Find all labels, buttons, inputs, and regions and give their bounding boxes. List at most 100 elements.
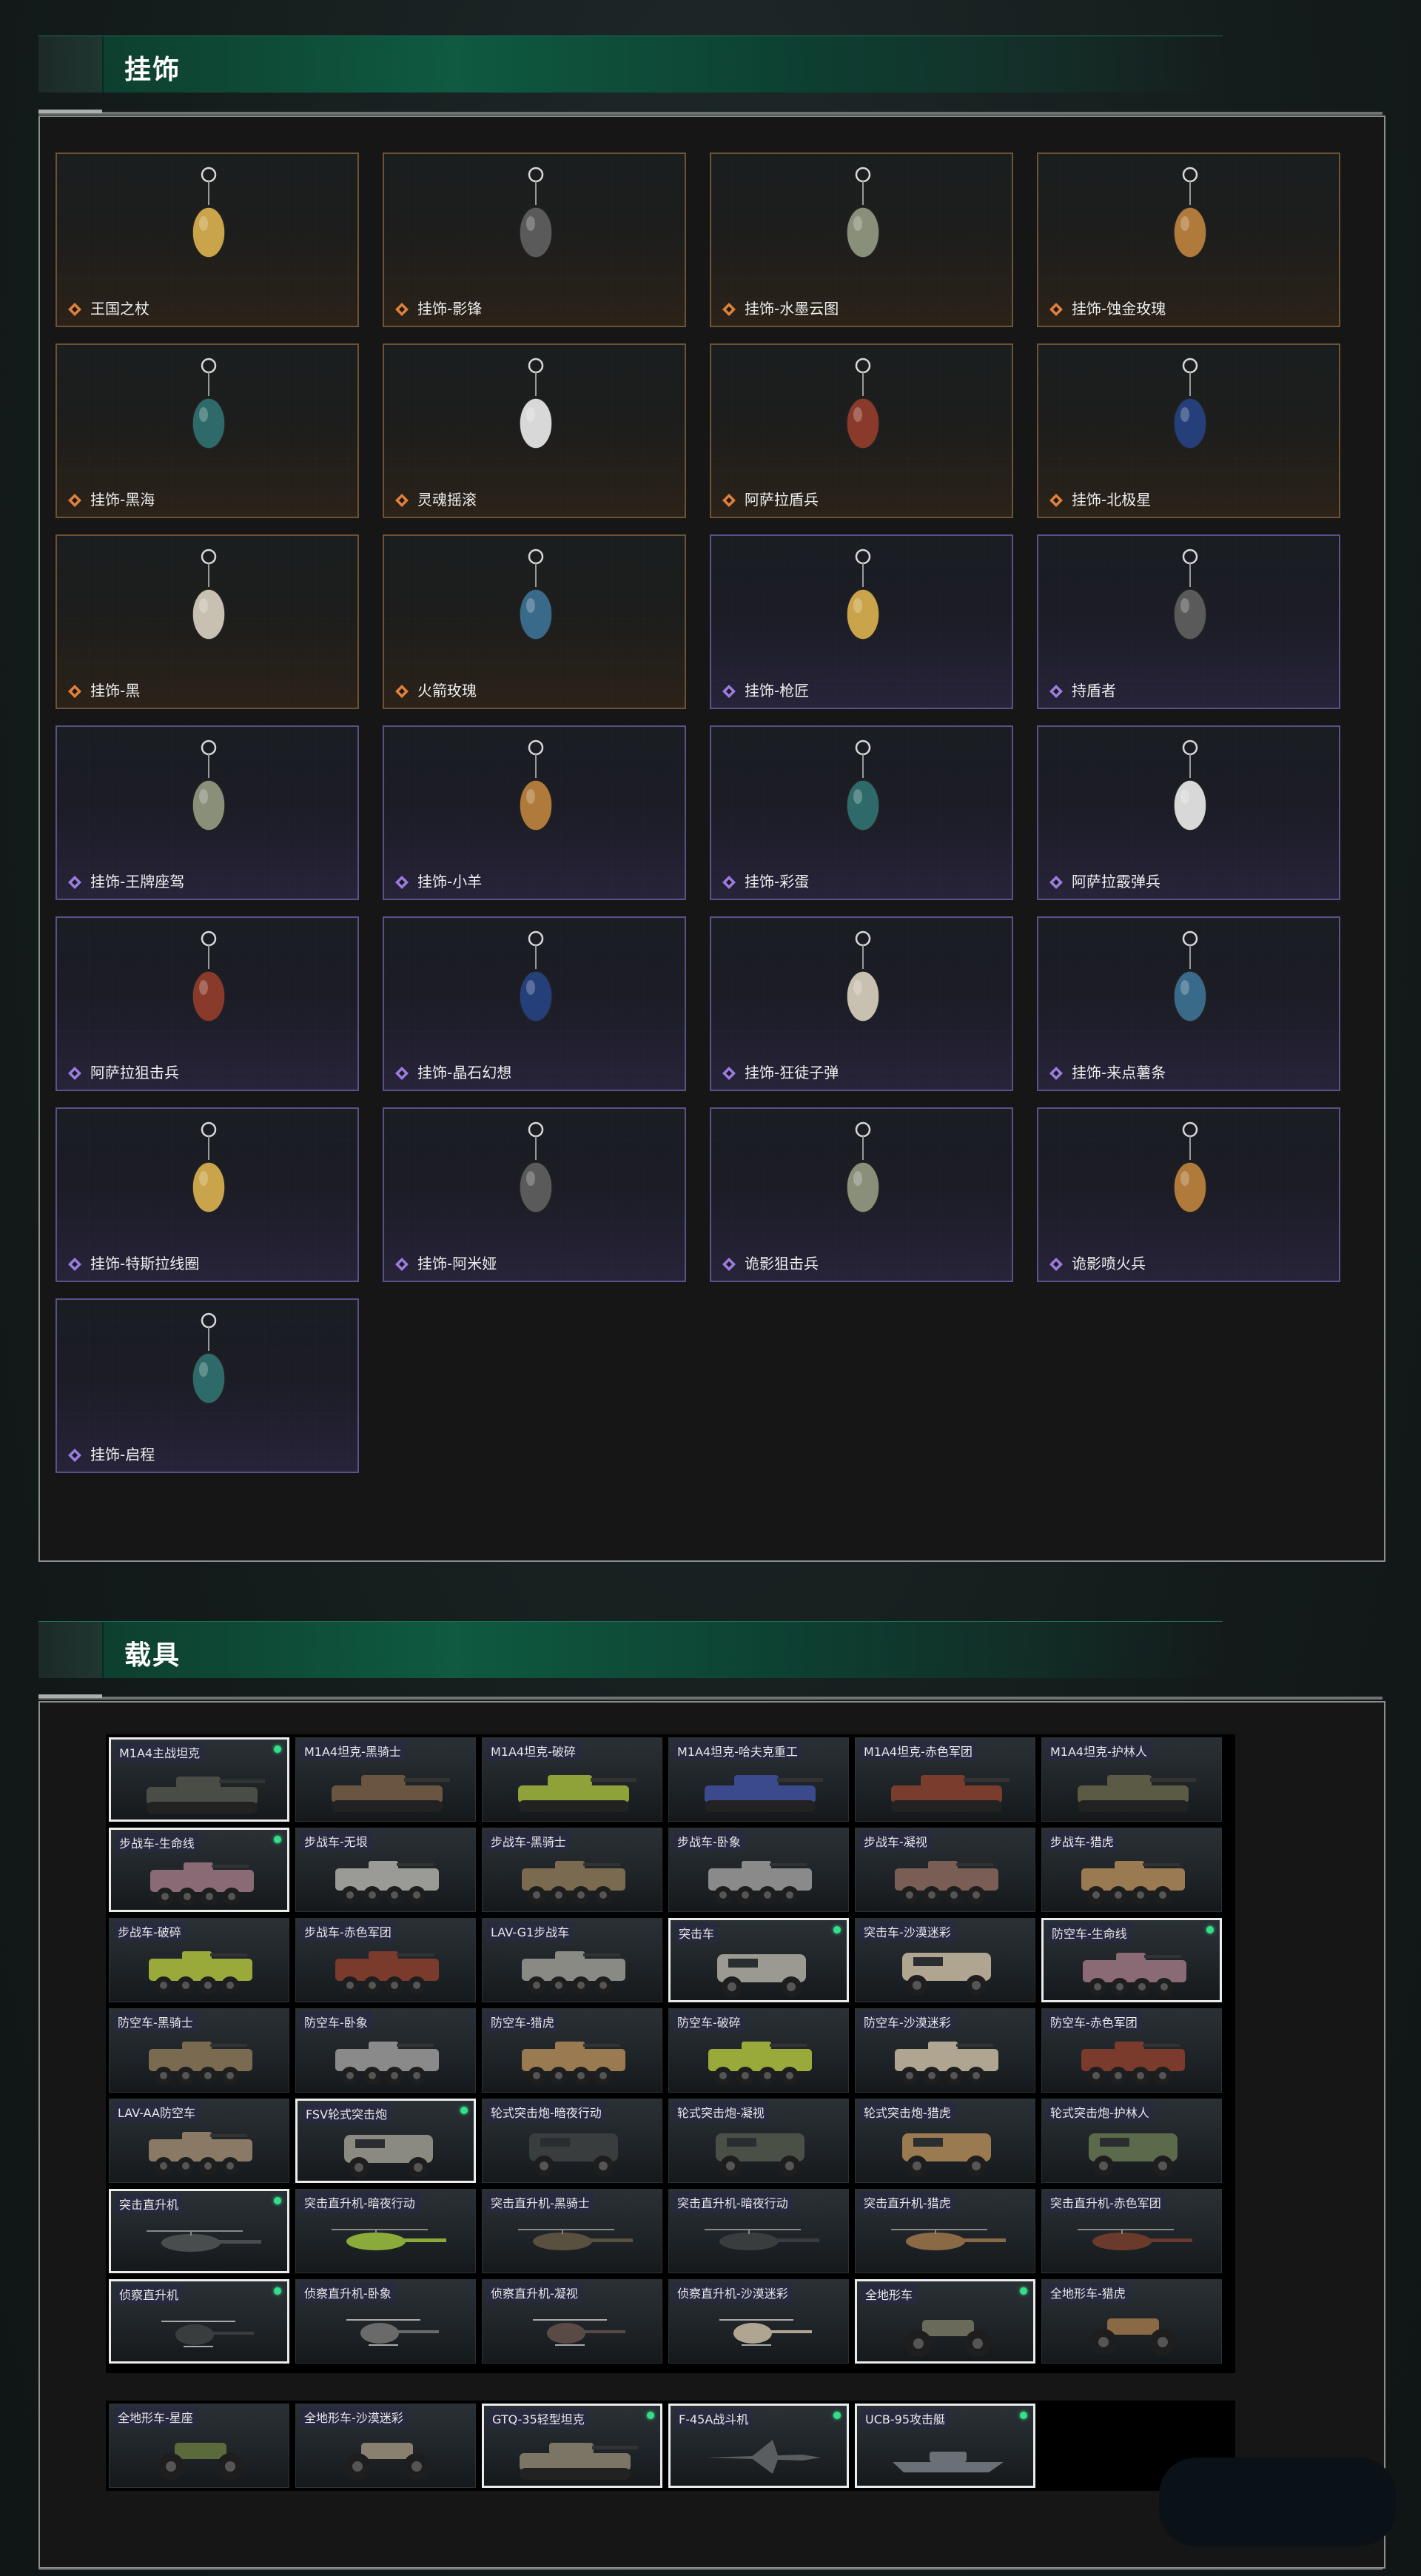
- charm-card[interactable]: 挂饰-北极星: [1037, 343, 1340, 518]
- vehicle-card[interactable]: 步战车-凝视: [855, 1828, 1035, 1912]
- vehicle-card[interactable]: 步战车-无垠: [295, 1828, 476, 1912]
- vehicle-card[interactable]: 突击车: [668, 1918, 849, 2002]
- purple-rarity-icon: [722, 1067, 736, 1080]
- charm-card[interactable]: 灵魂摇滚: [383, 343, 686, 518]
- charm-card[interactable]: 挂饰-蚀金玫瑰: [1037, 152, 1340, 327]
- ifv-vehicle-icon: [1081, 2042, 1185, 2084]
- vehicle-card[interactable]: FSV轮式突击炮: [295, 2099, 476, 2183]
- vehicle-card[interactable]: 轮式突击炮-暗夜行动: [482, 2099, 662, 2183]
- shadow-blade-charm-icon: [519, 167, 553, 258]
- vehicle-card[interactable]: LAV-G1步战车: [482, 1918, 662, 2002]
- vehicle-card[interactable]: 步战车-卧象: [668, 1828, 849, 1912]
- charm-name: 阿萨拉狙击兵: [90, 1064, 179, 1081]
- charm-card[interactable]: 挂饰-王牌座驾: [56, 725, 359, 900]
- vehicle-card[interactable]: 步战车-破碎: [109, 1918, 289, 2002]
- vehicle-card[interactable]: 侦察直升机-凝视: [482, 2279, 662, 2364]
- charm-card[interactable]: 挂饰-启程: [56, 1298, 359, 1473]
- orange-rarity-icon: [68, 303, 81, 316]
- charm-card[interactable]: 挂饰-影锋: [383, 152, 686, 327]
- charm-card[interactable]: 挂饰-小羊: [383, 725, 686, 900]
- vehicle-name: 轮式突击炮-护林人: [1047, 2102, 1153, 2121]
- ifv-vehicle-icon: [150, 1862, 254, 1905]
- charm-card[interactable]: 挂饰-枪匠: [710, 534, 1013, 709]
- vehicle-card[interactable]: 防空车-赤色军团: [1041, 2008, 1222, 2093]
- vehicle-card[interactable]: 突击直升机-暗夜行动: [295, 2189, 476, 2273]
- vehicle-card[interactable]: 轮式突击炮-凝视: [668, 2099, 849, 2183]
- assault-vehicle-icon: [529, 2133, 618, 2176]
- charm-name: 挂饰-来点薯条: [1072, 1064, 1166, 1081]
- vehicle-card[interactable]: M1A4坦克-哈夫克重工: [668, 1737, 849, 1822]
- vehicle-card[interactable]: 轮式突击炮-护林人: [1041, 2099, 1222, 2183]
- vehicle-card[interactable]: M1A4坦克-破碎: [482, 1737, 662, 1822]
- vehicle-card[interactable]: 防空车-猎虎: [482, 2008, 662, 2093]
- vehicle-card[interactable]: M1A4坦克-黑骑士: [295, 1737, 476, 1822]
- charm-card[interactable]: 挂饰-水墨云图: [710, 152, 1013, 327]
- charm-card[interactable]: 挂饰-狂徒子弹: [710, 916, 1013, 1091]
- vehicle-card[interactable]: 全地形车: [855, 2279, 1035, 2364]
- vehicle-card[interactable]: 防空车-卧象: [295, 2008, 476, 2093]
- vehicle-card[interactable]: 防空车-破碎: [668, 2008, 849, 2093]
- vehicle-card[interactable]: M1A4坦克-护林人: [1041, 1737, 1222, 1822]
- vehicle-card[interactable]: 全地形车-沙漠迷彩: [295, 2404, 476, 2488]
- vehicle-card[interactable]: GTQ-35轻型坦克: [482, 2404, 662, 2488]
- charm-card[interactable]: 持盾者: [1037, 534, 1340, 709]
- vehicle-card[interactable]: UCB-95攻击艇: [855, 2404, 1035, 2488]
- vehicle-card[interactable]: 防空车-黑骑士: [109, 2008, 289, 2093]
- vehicle-card[interactable]: 全地形车-星座: [109, 2404, 289, 2488]
- charm-card[interactable]: 挂饰-黑海: [56, 343, 359, 518]
- charm-card[interactable]: 挂饰-特斯拉线圈: [56, 1107, 359, 1282]
- vehicle-card[interactable]: 突击直升机-黑骑士: [482, 2189, 662, 2273]
- charm-card[interactable]: 阿萨拉盾兵: [710, 343, 1013, 518]
- charm-card[interactable]: 挂饰-晶石幻想: [383, 916, 686, 1091]
- vehicle-card[interactable]: 步战车-猎虎: [1041, 1828, 1222, 1912]
- vehicle-card[interactable]: 突击直升机: [109, 2189, 289, 2273]
- charm-card[interactable]: 挂饰-黑: [56, 534, 359, 709]
- vehicle-card[interactable]: 突击直升机-暗夜行动: [668, 2189, 849, 2273]
- charm-name: 阿萨拉霰弹兵: [1072, 873, 1160, 890]
- sniper-charm-icon: [192, 930, 226, 1022]
- assault-vehicle-icon: [716, 2133, 804, 2176]
- owned-indicator: [274, 2197, 281, 2204]
- vehicle-card[interactable]: F-45A战斗机: [668, 2404, 849, 2488]
- ifv-vehicle-icon: [895, 2042, 998, 2084]
- vehicle-card[interactable]: 步战车-赤色军团: [295, 1918, 476, 2002]
- vehicle-card[interactable]: 侦察直升机: [109, 2279, 289, 2364]
- ifv-vehicle-icon: [522, 1861, 625, 1904]
- charm-card[interactable]: 诡影狙击兵: [710, 1107, 1013, 1282]
- charms-section-title: 挂饰: [124, 55, 181, 85]
- vehicle-card[interactable]: 突击车-沙漠迷彩: [855, 1918, 1035, 2002]
- shield-bearer-charm-icon: [1173, 549, 1207, 640]
- vehicle-name: 步战车-生命线: [115, 1833, 198, 1852]
- vehicle-name: 全地形车-猎虎: [1047, 2283, 1129, 2302]
- vehicle-card[interactable]: 突击直升机-赤色军团: [1041, 2189, 1222, 2273]
- divider-mark: [38, 110, 102, 113]
- vehicle-card[interactable]: 侦察直升机-沙漠迷彩: [668, 2279, 849, 2364]
- vehicle-card[interactable]: 防空车-沙漠迷彩: [855, 2008, 1035, 2093]
- charm-card[interactable]: 王国之杖: [56, 152, 359, 327]
- charm-card[interactable]: 挂饰-来点薯条: [1037, 916, 1340, 1091]
- vehicle-card[interactable]: M1A4坦克-赤色军团: [855, 1737, 1035, 1822]
- charm-card[interactable]: 阿萨拉狙击兵: [56, 916, 359, 1091]
- vehicle-card[interactable]: 轮式突击炮-猎虎: [855, 2099, 1035, 2183]
- charm-card[interactable]: 诡影喷火兵: [1037, 1107, 1340, 1282]
- charm-name: 挂饰-影锋: [417, 300, 483, 318]
- vehicle-card[interactable]: 全地形车-猎虎: [1041, 2279, 1222, 2364]
- vehicle-card[interactable]: 侦察直升机-卧象: [295, 2279, 476, 2364]
- charm-card[interactable]: 挂饰-阿米娅: [383, 1107, 686, 1282]
- purple-rarity-icon: [1049, 1258, 1063, 1271]
- vehicle-name: 步战车-黑骑士: [487, 1831, 570, 1851]
- vehicle-card[interactable]: LAV-AA防空车: [109, 2099, 289, 2183]
- vehicle-card[interactable]: 步战车-生命线: [109, 1828, 289, 1912]
- divider-mark: [38, 1694, 102, 1698]
- vehicle-card[interactable]: 防空车-生命线: [1041, 1918, 1222, 2002]
- assault-vehicle-icon: [1089, 2133, 1178, 2176]
- scout-vehicle-icon: [161, 2321, 254, 2347]
- charm-card[interactable]: 火箭玫瑰: [383, 534, 686, 709]
- vehicle-card[interactable]: 步战车-黑骑士: [482, 1828, 662, 1912]
- charm-card[interactable]: 挂饰-彩蛋: [710, 725, 1013, 900]
- charm-card[interactable]: 阿萨拉霰弹兵: [1037, 725, 1340, 900]
- ifv-vehicle-icon: [708, 1861, 812, 1904]
- orange-rarity-icon: [395, 494, 409, 507]
- vehicle-card[interactable]: 突击直升机-猎虎: [855, 2189, 1035, 2273]
- vehicle-card[interactable]: M1A4主战坦克: [109, 1737, 289, 1822]
